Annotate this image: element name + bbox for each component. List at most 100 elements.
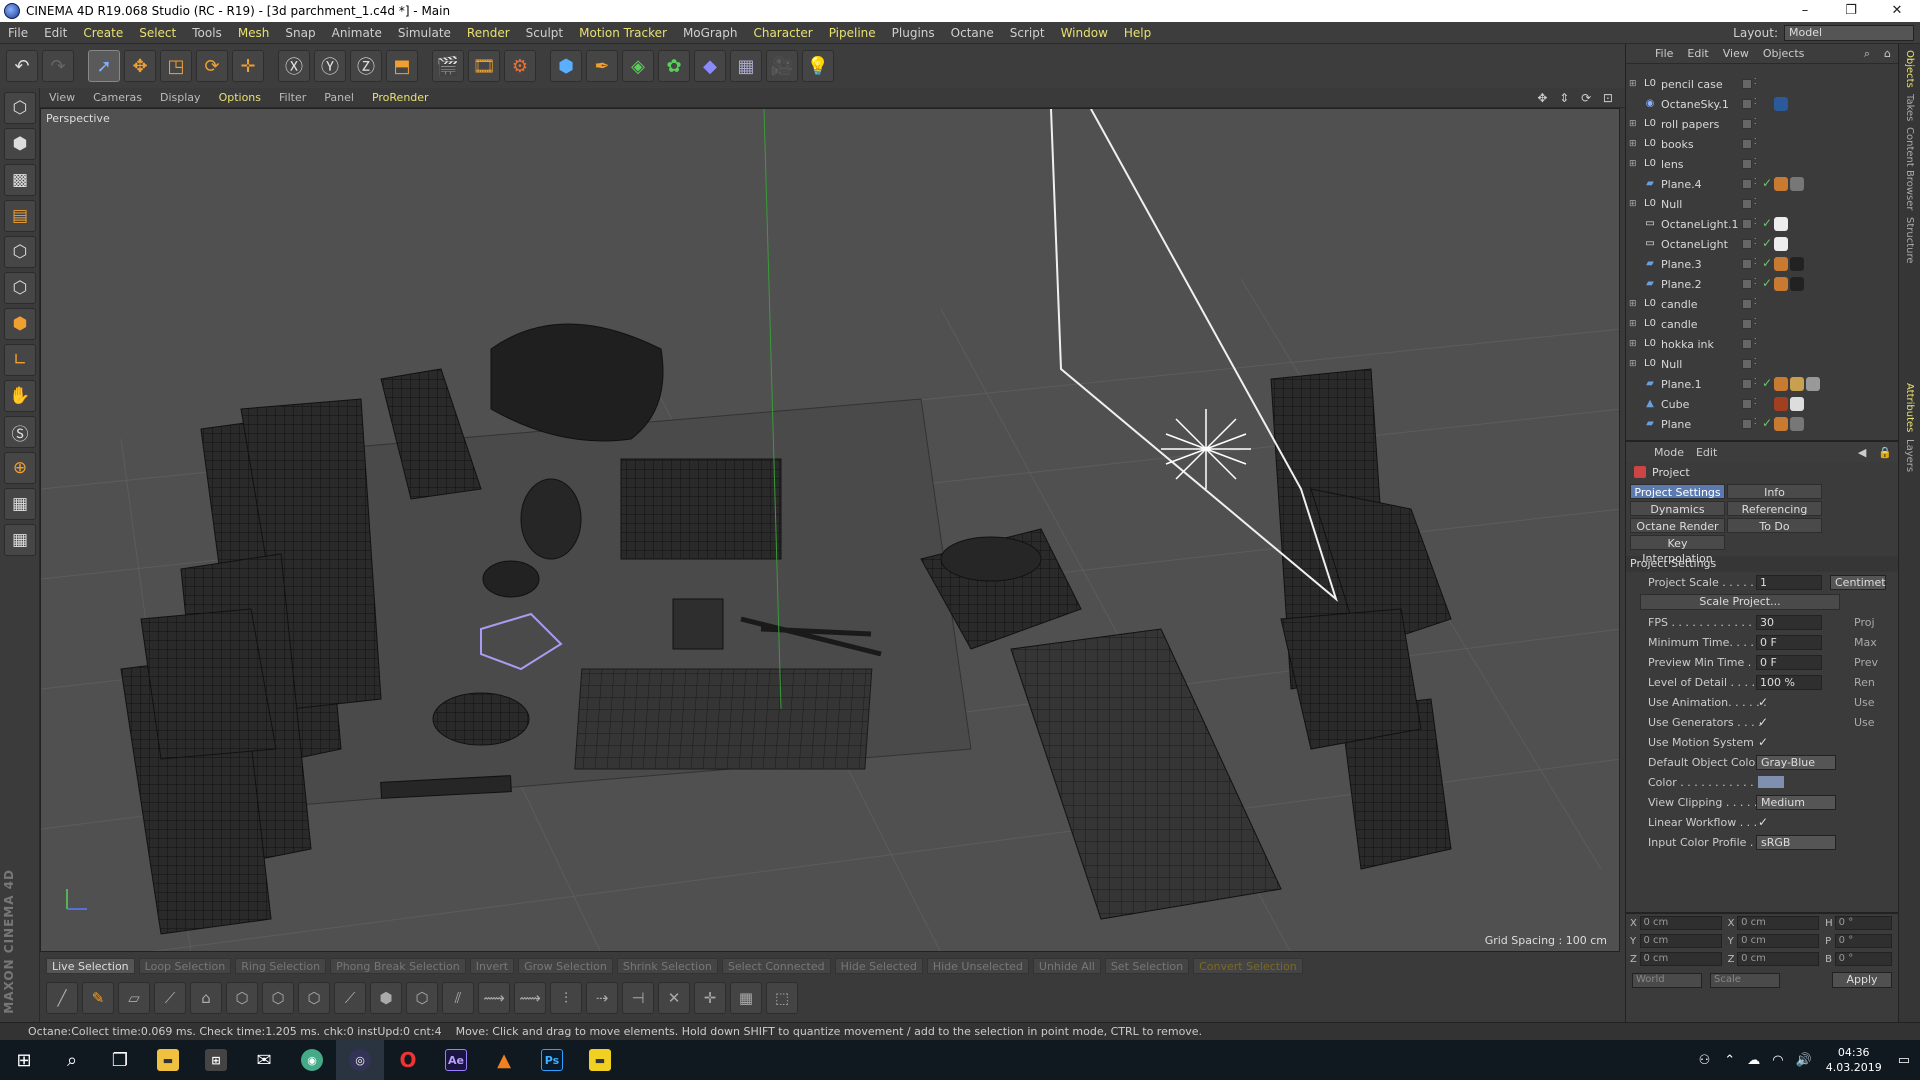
visibility-dots-icon[interactable]: ⁚ [1754, 357, 1760, 367]
size-x-input[interactable]: 0 cm [1737, 916, 1820, 930]
object-name[interactable]: roll papers [1661, 118, 1741, 131]
visibility-dots-icon[interactable]: ⁚ [1754, 237, 1760, 247]
menu-edit[interactable]: Edit [36, 26, 75, 40]
object-row[interactable]: ⊞ L0 lens ⁚ [1626, 154, 1899, 174]
extrude-inner-icon[interactable]: ⬡ [262, 982, 294, 1014]
store-icon[interactable]: ⊞ [192, 1040, 240, 1080]
optimize-icon[interactable]: ▦ [730, 982, 762, 1014]
object-row[interactable]: ⊞ L0 hokka ink ⁚ [1626, 334, 1899, 354]
layer-checkbox[interactable] [1742, 79, 1752, 89]
am-menu-edit[interactable]: Edit [1690, 446, 1723, 459]
enabled-check-icon[interactable]: ✓ [1762, 236, 1772, 250]
set-selection-tab[interactable]: Set Selection [1104, 958, 1190, 974]
object-row[interactable]: ⊞ L0 candle ⁚ [1626, 314, 1899, 334]
floor-icon[interactable]: ▦ [730, 50, 762, 82]
visibility-dots-icon[interactable]: ⁚ [1754, 257, 1760, 267]
edges-mode-icon[interactable]: ⬡ [4, 272, 36, 304]
rotate-tool-icon[interactable]: ⟳ [196, 50, 228, 82]
perspective-viewport[interactable]: Perspective Grid Spacing : 100 cm [40, 108, 1620, 952]
menu-animate[interactable]: Animate [324, 26, 390, 40]
layer-checkbox[interactable] [1742, 419, 1752, 429]
light-icon[interactable]: 💡 [802, 50, 834, 82]
enabled-check-icon[interactable]: ✓ [1762, 376, 1772, 390]
menu-pipeline[interactable]: Pipeline [821, 26, 884, 40]
material-tag-icon[interactable] [1790, 397, 1804, 411]
make-editable-icon[interactable]: ⬡ [4, 92, 36, 124]
enabled-check-icon[interactable]: ✓ [1762, 256, 1772, 270]
object-name[interactable]: OctaneLight.1 [1661, 218, 1741, 231]
material-tag-icon[interactable] [1774, 177, 1788, 191]
object-name[interactable]: OctaneSky.1 [1661, 98, 1741, 111]
enabled-check-icon[interactable]: ✓ [1762, 216, 1772, 230]
weld-icon[interactable]: ⬢ [370, 982, 402, 1014]
layer-checkbox[interactable] [1742, 199, 1752, 209]
z-axis-lock-icon[interactable]: Ⓩ [350, 50, 382, 82]
magnet-icon[interactable]: ⌂ [190, 982, 222, 1014]
menu-mograph[interactable]: MoGraph [675, 26, 746, 40]
cloner-icon[interactable]: ✿ [658, 50, 690, 82]
pos-z-input[interactable]: 0 cm [1639, 952, 1722, 966]
layer-checkbox[interactable] [1742, 359, 1752, 369]
vlc-icon[interactable]: ▲ [480, 1040, 528, 1080]
layer-checkbox[interactable] [1742, 339, 1752, 349]
scale-tool-icon[interactable]: ◳ [160, 50, 192, 82]
object-row[interactable]: ▰ Plane.1 ⁚ ✓ [1626, 374, 1899, 394]
expand-icon[interactable]: ⊞ [1629, 319, 1639, 329]
object-name[interactable]: Plane.3 [1661, 258, 1741, 271]
preview-min-input[interactable]: 0 F [1756, 654, 1822, 670]
object-row[interactable]: ▭ OctaneLight.1 ⁚ ✓ [1626, 214, 1899, 234]
tab-key-interpolation[interactable]: Key Interpolation [1630, 535, 1725, 565]
add-point-icon[interactable]: ✛ [694, 982, 726, 1014]
rot-p-input[interactable]: 0 ° [1834, 934, 1892, 948]
material-tag-icon[interactable] [1774, 277, 1788, 291]
enabled-check-icon[interactable]: ✓ [1762, 416, 1772, 430]
object-name[interactable]: books [1661, 138, 1741, 151]
menu-render[interactable]: Render [459, 26, 518, 40]
menu-octane[interactable]: Octane [943, 26, 1002, 40]
object-row[interactable]: ⊞ L0 pencil case ⁚ [1626, 74, 1899, 94]
default-color-dropdown[interactable]: Gray-Blue [1756, 754, 1836, 770]
tweak-mode-icon[interactable]: ✋ [4, 380, 36, 412]
material-tag-icon[interactable] [1774, 237, 1788, 251]
am-back-icon[interactable]: ◀ [1852, 446, 1872, 459]
object-name[interactable]: Plane.4 [1661, 178, 1741, 191]
texture-mode-icon[interactable]: ▩ [4, 164, 36, 196]
tab-project-settings[interactable]: Project Settings [1630, 484, 1725, 499]
menu-simulate[interactable]: Simulate [390, 26, 459, 40]
material-tag-icon[interactable] [1790, 277, 1804, 291]
live-selection-tab[interactable]: Live Selection [46, 958, 135, 974]
scale-project-button[interactable]: Scale Project... [1640, 594, 1840, 610]
select-connected-tab[interactable]: Select Connected [721, 958, 831, 974]
project-scale-unit[interactable]: Centimet [1830, 574, 1886, 590]
expand-icon[interactable]: ⊞ [1629, 359, 1639, 369]
fps-input[interactable]: 30 [1756, 614, 1822, 630]
lod-input[interactable]: 100 % [1756, 674, 1822, 690]
visibility-dots-icon[interactable]: ⁚ [1754, 197, 1760, 207]
ring-selection-tab[interactable]: Ring Selection [235, 958, 327, 974]
unhide-all-tab[interactable]: Unhide All [1032, 958, 1101, 974]
object-name[interactable]: candle [1661, 318, 1741, 331]
right-tab-content-browser[interactable]: Content Browser [1904, 127, 1915, 210]
expand-icon[interactable]: ⊞ [1629, 139, 1639, 149]
minimize-button[interactable]: – [1782, 0, 1828, 22]
onedrive-icon[interactable]: ☁ [1747, 1053, 1760, 1068]
polygon-pen-icon[interactable]: ▱ [118, 982, 150, 1014]
apply-button[interactable]: Apply [1832, 972, 1892, 988]
normal-move-icon[interactable]: ⇢ [586, 982, 618, 1014]
snap-icon[interactable]: ⊕ [4, 452, 36, 484]
object-row[interactable]: ⊞ L0 roll papers ⁚ [1626, 114, 1899, 134]
sticky-notes-icon[interactable]: ▬ [576, 1040, 624, 1080]
material-tag-icon[interactable] [1774, 97, 1788, 111]
line-cut-icon[interactable]: ╱ [46, 982, 78, 1014]
menu-motion-tracker[interactable]: Motion Tracker [571, 26, 675, 40]
rot-h-input[interactable]: 0 ° [1834, 916, 1892, 930]
size-z-input[interactable]: 0 cm [1737, 952, 1820, 966]
visibility-dots-icon[interactable]: ⁚ [1754, 77, 1760, 87]
viewport-menu-panel[interactable]: Panel [315, 91, 363, 104]
material-tag-icon[interactable] [1806, 377, 1820, 391]
menu-script[interactable]: Script [1002, 26, 1053, 40]
solo-mode-icon[interactable]: Ⓢ [4, 416, 36, 448]
om-menu-file[interactable]: File [1648, 47, 1680, 60]
visibility-dots-icon[interactable]: ⁚ [1754, 137, 1760, 147]
object-name[interactable]: Cube [1661, 398, 1741, 411]
